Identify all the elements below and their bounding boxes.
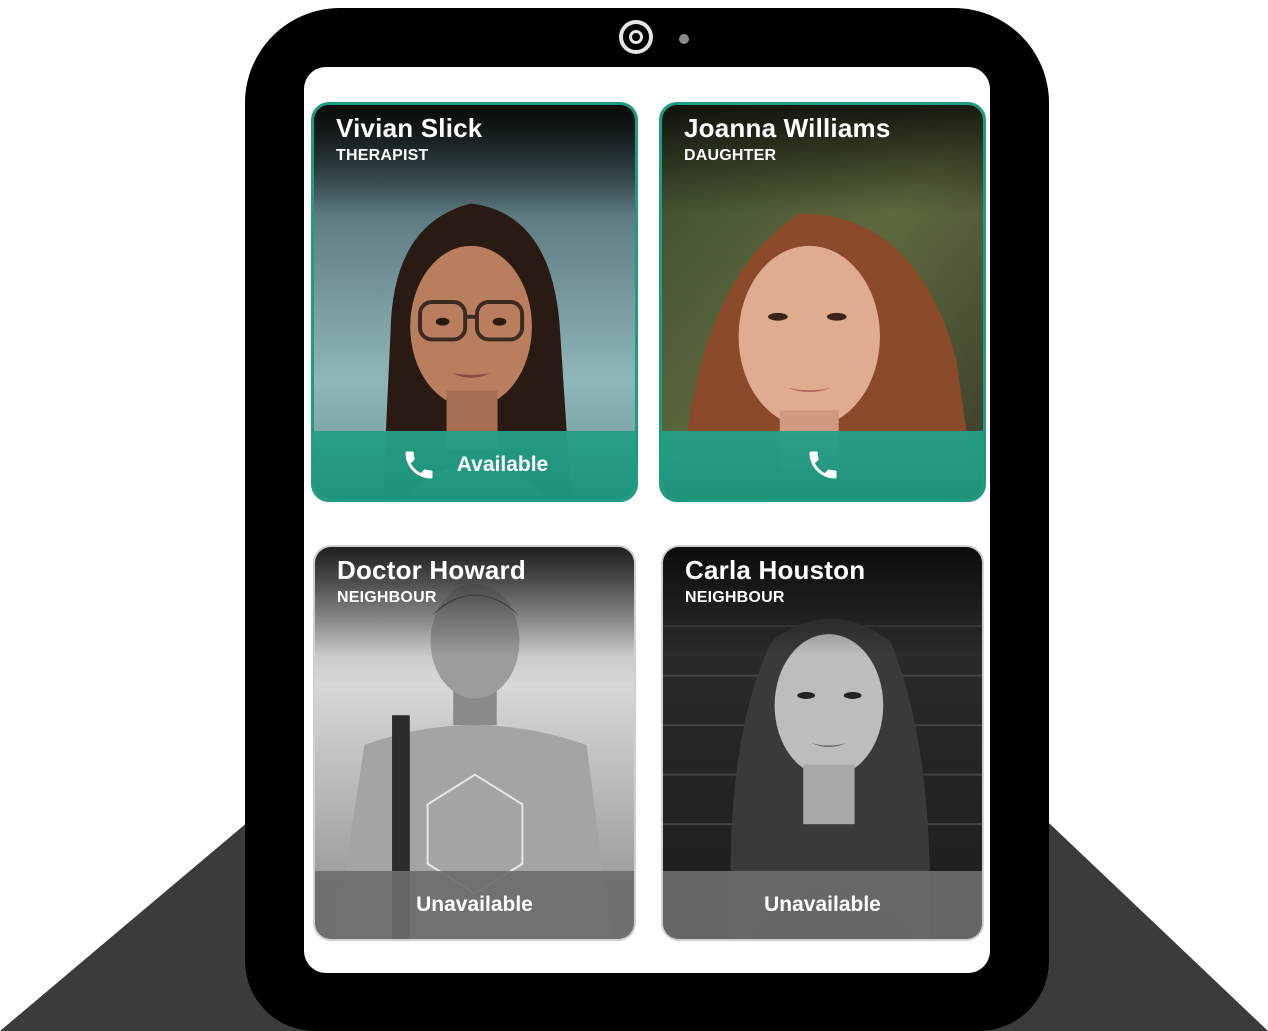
- contact-name: Doctor Howard: [337, 555, 526, 585]
- phone-icon: [405, 451, 433, 479]
- scene: Vivian Slick THERAPIST Available Joanna …: [0, 0, 1268, 1031]
- contact-name: Carla Houston: [685, 555, 866, 585]
- contact-card[interactable]: Doctor Howard NEIGHBOUR Unavailable: [313, 545, 636, 941]
- contact-card[interactable]: Joanna Williams DAUGHTER: [659, 102, 986, 502]
- tablet-device: Vivian Slick THERAPIST Available Joanna …: [245, 8, 1049, 1031]
- unavailable-bar: Unavailable: [315, 871, 634, 939]
- front-camera-icon: [619, 20, 653, 54]
- status-label: Available: [456, 453, 549, 476]
- camera-sensor-dot: [679, 34, 689, 44]
- contact-role: DAUGHTER: [684, 147, 777, 164]
- status-label: Unavailable: [764, 893, 881, 916]
- contact-name: Joanna Williams: [684, 113, 891, 143]
- call-button[interactable]: [662, 431, 983, 499]
- unavailable-bar: Unavailable: [663, 871, 982, 939]
- contact-card[interactable]: Carla Houston NEIGHBOUR Unavailable: [661, 545, 984, 941]
- contact-role: NEIGHBOUR: [337, 589, 437, 606]
- call-button[interactable]: Available: [314, 431, 635, 499]
- status-label: Unavailable: [416, 893, 533, 916]
- phone-icon: [809, 451, 836, 479]
- contact-grid-screen: Vivian Slick THERAPIST Available Joanna …: [304, 67, 990, 973]
- contact-name: Vivian Slick: [336, 113, 483, 143]
- contact-card[interactable]: Vivian Slick THERAPIST Available: [311, 102, 638, 502]
- contact-role: NEIGHBOUR: [685, 589, 785, 606]
- contact-role: THERAPIST: [336, 147, 429, 164]
